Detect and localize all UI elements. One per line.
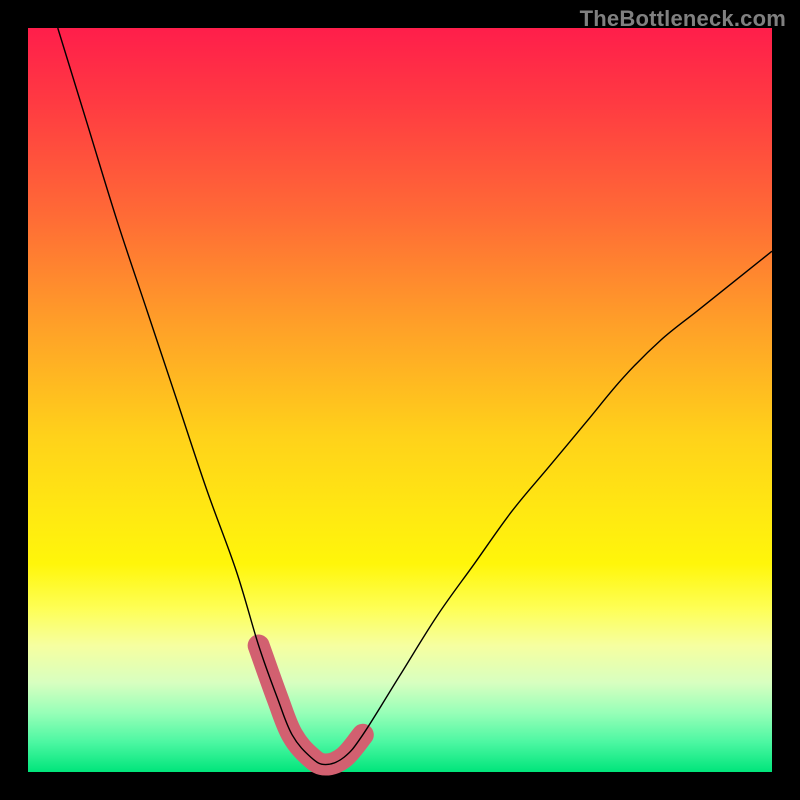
bottleneck-curve xyxy=(58,28,772,765)
curve-layer xyxy=(28,28,772,772)
plot-area xyxy=(28,28,772,772)
chart-stage: TheBottleneck.com xyxy=(0,0,800,800)
accent-segment xyxy=(259,646,363,765)
